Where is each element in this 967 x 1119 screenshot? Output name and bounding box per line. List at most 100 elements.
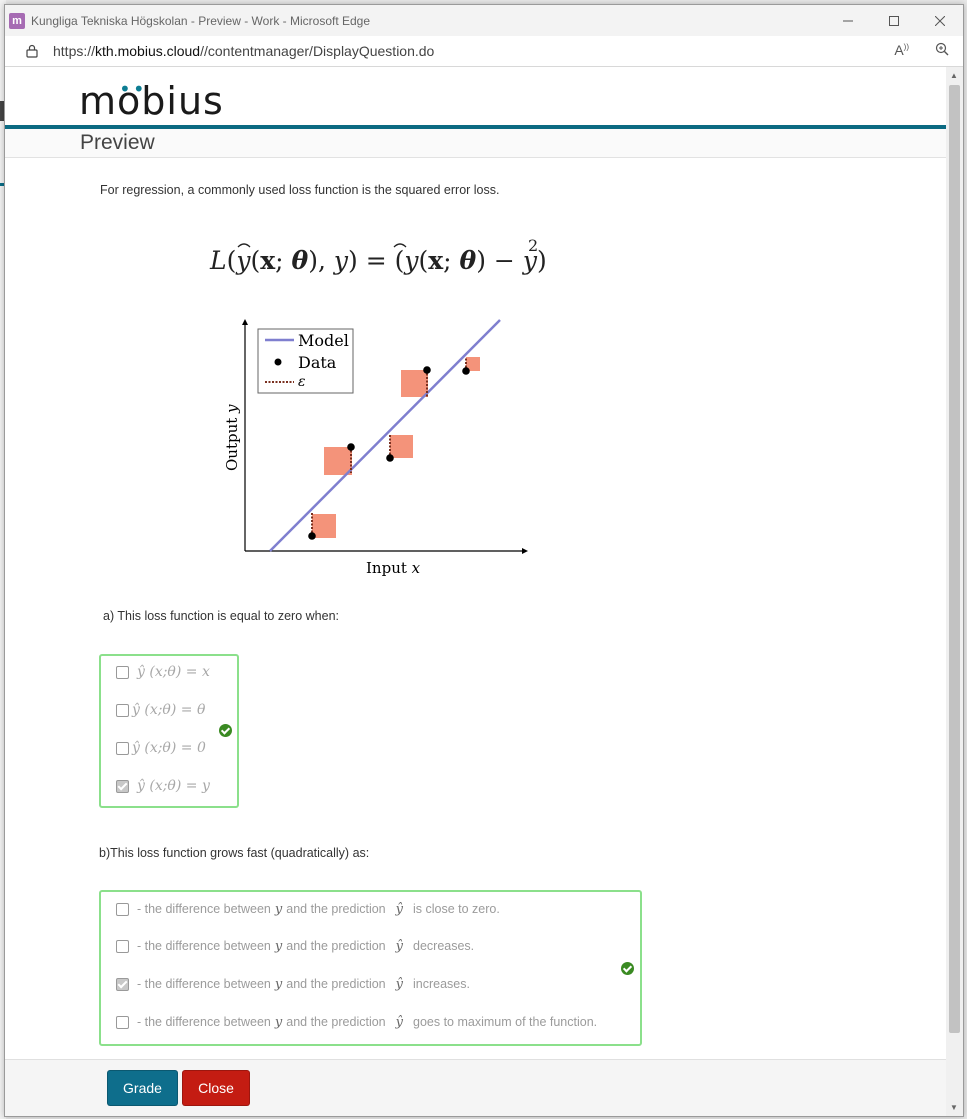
x-axis-label-text: Input [366, 559, 412, 577]
footer-bar: Grade Close [5, 1059, 946, 1116]
preview-header: Preview [5, 129, 946, 158]
window-title: Kungliga Tekniska Högskolan - Preview - … [31, 13, 371, 28]
address-bar-icons: A)) [894, 42, 949, 58]
x-axis-label: Input x [366, 559, 421, 577]
lock-icon[interactable] [25, 44, 39, 58]
scroll-thumb[interactable] [949, 85, 960, 1033]
option-label: ŷ (x;θ) = θ [132, 702, 206, 718]
option-tail: increases. [413, 977, 470, 991]
scroll-down-icon[interactable]: ▼ [950, 1103, 958, 1112]
regression-plot: Model Data ε Input x Output y [223, 319, 528, 577]
residual-square [324, 447, 352, 475]
y-axis-label-var: y [223, 404, 241, 414]
app-icon: m [9, 12, 25, 29]
option-checkbox-checked[interactable] [116, 779, 129, 793]
data-point [308, 532, 316, 540]
part-b-option-2[interactable]: - the difference between y and the predict… [116, 939, 474, 954]
option-var-y: y [274, 1015, 283, 1030]
address-bar[interactable]: https://kth.mobius.cloud//contentmanager… [5, 36, 963, 67]
maximize-button[interactable] [871, 5, 917, 36]
browser-window: m Kungliga Tekniska Högskolan - Preview … [4, 4, 964, 1117]
question-intro: For regression, a commonly used loss fun… [100, 183, 500, 197]
grade-button[interactable]: Grade [107, 1070, 178, 1106]
option-var-y: y [274, 902, 283, 917]
y-axis-label: Output y [223, 404, 241, 471]
part-b-prompt: b)This loss function grows fast (quadrat… [99, 846, 370, 860]
option-label: ŷ (x;θ) = y [137, 778, 210, 794]
option-label: - the difference between y and the predict… [137, 939, 474, 954]
close-icon [935, 15, 945, 26]
option-mid: and the prediction [286, 939, 386, 953]
url-path: //contentmanager/DisplayQuestion.do [200, 43, 435, 59]
close-window-button[interactable] [917, 5, 963, 36]
legend-model-label: Model [298, 331, 349, 350]
title-bar: m Kungliga Tekniska Högskolan - Preview … [5, 5, 963, 36]
x-axis-arrow [522, 548, 528, 554]
close-button[interactable]: Close [182, 1070, 250, 1106]
part-b-answer-box: - the difference between y and the predict… [99, 890, 642, 1046]
legend-data-swatch [274, 358, 282, 366]
zoom-icon[interactable] [935, 42, 949, 56]
legend-eps-label: ε [298, 374, 306, 390]
option-tail: is close to zero. [413, 902, 500, 916]
data-point [462, 367, 470, 375]
option-var-yhat: ŷ [395, 1015, 403, 1030]
option-var-yhat: ŷ [395, 939, 403, 954]
data-point [347, 443, 355, 451]
option-checkbox[interactable] [116, 741, 129, 755]
part-a-option-4[interactable]: ŷ (x;θ) = y [116, 778, 210, 794]
page-title: Preview [80, 131, 155, 154]
part-a-answer-box: ŷ (x;θ) = x ŷ (x;θ) = θ ŷ (x;θ) = 0 ŷ (x… [99, 654, 239, 808]
url-host: kth.mobius.cloud [95, 43, 201, 59]
svg-text:2: 2 [528, 236, 538, 255]
option-mid: and the prediction [286, 902, 386, 916]
window-controls [825, 5, 963, 36]
page-viewport: mo •• bius Preview For regression, a commo… [5, 67, 946, 1116]
read-aloud-icon[interactable]: A)) [894, 42, 909, 58]
residual-square [401, 370, 428, 397]
part-b-option-1[interactable]: - the difference between y and the predict… [116, 902, 500, 917]
mobius-logo: mo •• bius [79, 77, 224, 123]
part-b-option-4[interactable]: - the difference between y and the predict… [116, 1015, 597, 1030]
option-checkbox[interactable] [116, 903, 129, 916]
part-b-option-3[interactable]: - the difference between y and the predict… [116, 977, 470, 992]
minimize-icon [843, 20, 853, 21]
option-checkbox[interactable] [116, 703, 129, 717]
url-prefix: https:// [53, 43, 96, 59]
residual-square [312, 514, 336, 538]
residual-square [390, 435, 413, 458]
y-axis-label-text: Output [223, 413, 241, 471]
legend-data-label: Data [298, 353, 337, 372]
data-point [423, 366, 431, 374]
correct-check-icon [621, 962, 634, 975]
scroll-up-icon[interactable]: ▲ [950, 71, 958, 80]
option-checkbox-checked[interactable] [116, 978, 129, 991]
option-var-y: y [274, 977, 283, 992]
option-mid: and the prediction [286, 977, 386, 991]
option-var-yhat: ŷ [395, 902, 403, 917]
option-var-yhat: ŷ [395, 977, 403, 992]
part-a-prompt: a) This loss function is equal to zero w… [103, 609, 340, 623]
data-point [386, 454, 394, 462]
part-a-option-3[interactable]: ŷ (x;θ) = 0 [116, 740, 206, 756]
url-text[interactable]: https://kth.mobius.cloud//contentmanager… [53, 43, 434, 59]
option-checkbox[interactable] [116, 1016, 129, 1029]
vertical-scrollbar[interactable]: ▲ ▼ [946, 67, 963, 1116]
option-var-y: y [274, 939, 283, 954]
maximize-icon [889, 15, 899, 26]
option-checkbox[interactable] [116, 665, 129, 679]
loss-formula: L(y(x; θ), y) = (y(x; θ) − y) 2 [209, 236, 547, 275]
option-mid: and the prediction [286, 1015, 386, 1029]
option-label: - the difference between y and the predict… [137, 977, 470, 992]
option-lead: - the difference between [137, 939, 271, 953]
x-axis-label-var: x [412, 559, 421, 577]
option-checkbox[interactable] [116, 940, 129, 953]
part-a-option-1[interactable]: ŷ (x;θ) = x [116, 664, 210, 680]
option-label: - the difference between y and the predict… [137, 1015, 597, 1030]
option-tail: decreases. [413, 939, 475, 953]
option-lead: - the difference between [137, 1015, 271, 1029]
option-label: ŷ (x;θ) = x [137, 664, 210, 680]
part-a-option-2[interactable]: ŷ (x;θ) = θ [116, 702, 205, 718]
option-tail: goes to maximum of the function. [413, 1015, 598, 1029]
minimize-button[interactable] [825, 5, 871, 36]
